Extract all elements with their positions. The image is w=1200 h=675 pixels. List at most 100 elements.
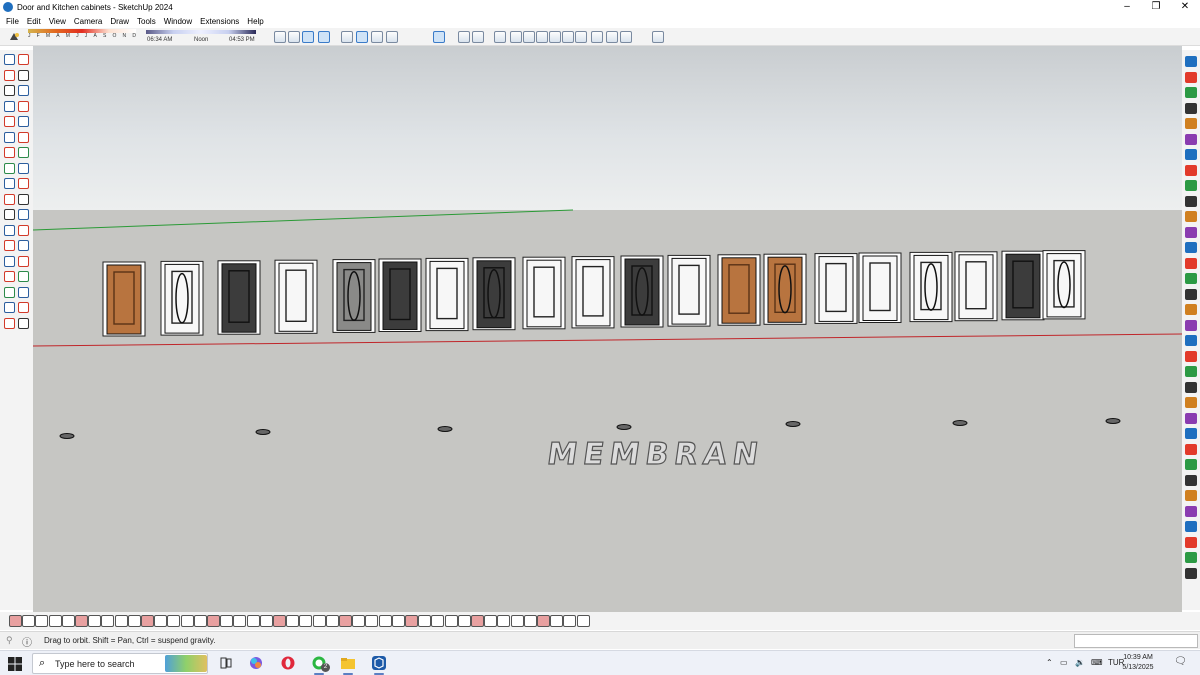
door-model[interactable] bbox=[763, 253, 807, 325]
minimize-icon[interactable]: – bbox=[1112, 0, 1142, 14]
opera-icon[interactable] bbox=[280, 655, 296, 671]
follow-me-icon[interactable] bbox=[18, 147, 29, 158]
section-plane-icon[interactable] bbox=[606, 31, 618, 43]
extension-tool-icon[interactable] bbox=[1185, 490, 1197, 501]
rectangle-icon[interactable] bbox=[4, 100, 15, 112]
profile-builder-icon[interactable] bbox=[193, 615, 207, 627]
membran-3d-text[interactable]: MEMBRAN bbox=[544, 437, 766, 473]
profile-builder-icon[interactable] bbox=[563, 615, 577, 627]
door-model[interactable] bbox=[378, 258, 422, 332]
style-icon[interactable] bbox=[472, 31, 484, 43]
profile-builder-icon[interactable] bbox=[114, 615, 128, 627]
menu-file[interactable]: File bbox=[6, 17, 19, 26]
door-model[interactable] bbox=[1042, 250, 1086, 320]
extension-tool-icon[interactable] bbox=[1185, 87, 1197, 98]
extension-tool-icon[interactable] bbox=[1185, 133, 1197, 145]
shaded-icon[interactable] bbox=[549, 31, 561, 43]
door-model[interactable] bbox=[1001, 250, 1045, 321]
protractor-icon[interactable] bbox=[4, 209, 15, 220]
profile-builder-icon[interactable] bbox=[180, 615, 194, 627]
extension-warehouse-icon[interactable] bbox=[386, 31, 398, 43]
smoove-icon[interactable] bbox=[4, 317, 15, 329]
zoom-tool-icon[interactable] bbox=[4, 255, 15, 267]
profile-builder-icon[interactable] bbox=[405, 615, 418, 627]
profile-builder-icon[interactable] bbox=[431, 615, 445, 627]
copilot-icon[interactable] bbox=[248, 655, 264, 671]
textured-icon[interactable] bbox=[562, 31, 574, 43]
extension-tool-icon[interactable] bbox=[1185, 102, 1197, 114]
extension-tool-icon[interactable] bbox=[1185, 180, 1197, 191]
profile-builder-icon[interactable] bbox=[22, 615, 36, 627]
extension-tool-icon[interactable] bbox=[1185, 567, 1197, 579]
door-handle-model[interactable] bbox=[616, 424, 632, 430]
zoom-window-icon[interactable] bbox=[18, 255, 29, 267]
tag-tool-icon[interactable] bbox=[18, 69, 29, 81]
extension-tool-icon[interactable] bbox=[1185, 288, 1197, 300]
profile-builder-icon[interactable] bbox=[233, 615, 247, 627]
menu-extensions[interactable]: Extensions bbox=[200, 17, 239, 26]
profile-builder-icon[interactable] bbox=[391, 615, 405, 627]
select-tool-icon[interactable] bbox=[4, 54, 15, 65]
notification-icon[interactable]: 🗨 bbox=[1174, 656, 1187, 667]
extension-tool-icon[interactable] bbox=[1185, 118, 1197, 129]
info-icon[interactable]: ⓘ bbox=[22, 634, 32, 649]
axes-tool-icon[interactable] bbox=[4, 224, 15, 236]
model-info-icon[interactable] bbox=[458, 31, 470, 43]
warehouse-icon[interactable] bbox=[371, 31, 383, 43]
sketchup-taskbar-icon[interactable] bbox=[371, 655, 387, 671]
door-handle-model[interactable] bbox=[59, 433, 75, 439]
menu-draw[interactable]: Draw bbox=[110, 17, 129, 26]
profile-builder-icon[interactable] bbox=[497, 615, 511, 627]
tape-measure-icon[interactable] bbox=[4, 193, 15, 205]
extension-tool-icon[interactable] bbox=[1185, 242, 1197, 253]
profile-builder-icon[interactable] bbox=[312, 615, 326, 627]
monochrome-icon[interactable] bbox=[575, 31, 587, 43]
extension-tool-icon[interactable] bbox=[1185, 304, 1197, 315]
door-model[interactable] bbox=[858, 252, 902, 323]
extension-tool-icon[interactable] bbox=[1185, 366, 1197, 377]
extension-tool-icon[interactable] bbox=[1185, 536, 1197, 548]
door-handle-model[interactable] bbox=[1105, 418, 1121, 424]
walk-icon[interactable] bbox=[4, 271, 15, 282]
pan-tool-icon[interactable] bbox=[18, 240, 29, 251]
profile-builder-icon[interactable] bbox=[286, 615, 300, 627]
keyboard-icon[interactable]: ⌨ bbox=[1091, 658, 1103, 667]
position-camera-icon[interactable] bbox=[4, 286, 15, 298]
whatsapp-icon[interactable]: 2 bbox=[311, 655, 330, 672]
measurements-box[interactable] bbox=[1074, 634, 1198, 648]
rotate-icon[interactable] bbox=[18, 162, 29, 174]
iso-view-icon[interactable] bbox=[318, 31, 330, 43]
profile-builder-icon[interactable] bbox=[9, 615, 22, 627]
pie-icon[interactable] bbox=[18, 131, 29, 143]
pan-icon[interactable] bbox=[288, 31, 300, 43]
door-model[interactable] bbox=[102, 261, 146, 337]
extension-tool-icon[interactable] bbox=[1185, 443, 1197, 455]
network-icon[interactable]: ▭ bbox=[1060, 658, 1068, 667]
door-model[interactable] bbox=[217, 260, 261, 335]
profile-builder-icon[interactable] bbox=[101, 615, 115, 627]
section-tool-icon[interactable] bbox=[18, 286, 29, 298]
menu-edit[interactable]: Edit bbox=[27, 17, 41, 26]
extension-tool-icon[interactable] bbox=[1185, 412, 1197, 424]
hidden-line-icon[interactable] bbox=[536, 31, 548, 43]
show-hidden-icons[interactable]: ⌃ bbox=[1046, 658, 1053, 667]
profile-builder-icon[interactable] bbox=[537, 615, 550, 627]
profile-builder-icon[interactable] bbox=[88, 615, 102, 627]
push-pull-icon[interactable] bbox=[4, 147, 15, 158]
door-model[interactable] bbox=[667, 254, 711, 327]
door-model[interactable] bbox=[717, 254, 761, 326]
top-view-icon[interactable] bbox=[341, 31, 353, 43]
eraser-icon[interactable] bbox=[4, 69, 15, 81]
shadow-settings-icon[interactable] bbox=[8, 31, 20, 43]
orbit-icon[interactable] bbox=[274, 31, 286, 43]
orbit-tool-icon[interactable] bbox=[4, 240, 15, 251]
door-model[interactable] bbox=[425, 257, 469, 332]
profile-builder-icon[interactable] bbox=[246, 615, 260, 627]
text-tool-icon[interactable] bbox=[18, 209, 29, 220]
menu-camera[interactable]: Camera bbox=[74, 17, 102, 26]
modeling-viewport[interactable]: MEMBRAN bbox=[33, 46, 1182, 612]
extension-tool-icon[interactable] bbox=[1185, 319, 1197, 331]
freehand-icon[interactable] bbox=[18, 85, 29, 96]
xray-icon[interactable] bbox=[494, 31, 506, 43]
profile-builder-icon[interactable] bbox=[35, 615, 49, 627]
